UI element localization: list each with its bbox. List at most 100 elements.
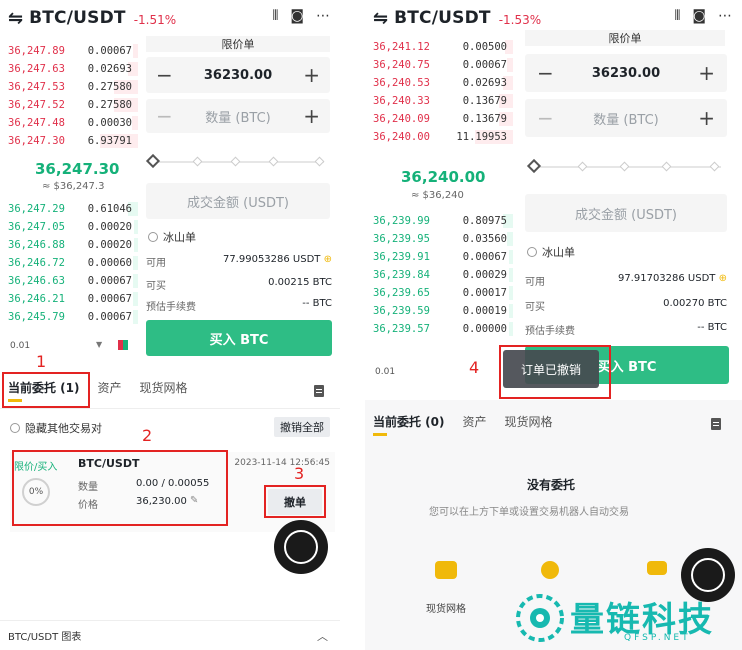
- add-funds-icon[interactable]: ⊕: [719, 273, 727, 284]
- book-price: 36,246.63: [8, 275, 65, 287]
- ask-row[interactable]: 36,247.53 0.27580: [0, 78, 138, 96]
- ask-row[interactable]: 36,240.33 0.13679: [365, 92, 513, 110]
- minus-icon[interactable]: −: [537, 63, 554, 83]
- swap-icon[interactable]: ⇋: [8, 8, 23, 29]
- slider-handle[interactable]: [526, 158, 542, 174]
- bid-row[interactable]: 36,239.95 0.03560: [365, 230, 513, 248]
- candlestick-icon[interactable]: ⫴: [273, 8, 279, 24]
- available-label: 可用: [525, 277, 545, 288]
- ask-row[interactable]: 36,247.52 0.27580: [0, 96, 138, 114]
- document-icon[interactable]: [711, 418, 721, 430]
- book-quantity: 0.00067: [462, 59, 507, 71]
- hide-other-pairs-checkbox[interactable]: 隐藏其他交易对: [10, 420, 102, 436]
- plus-icon[interactable]: +: [698, 108, 715, 128]
- quantity-field[interactable]: − 数量 (BTC) +: [146, 99, 330, 133]
- stack-icon[interactable]: [647, 561, 667, 575]
- pie-chart-icon[interactable]: [541, 561, 559, 579]
- plus-icon[interactable]: +: [303, 106, 320, 126]
- ask-row[interactable]: 36,240.53 0.02693: [365, 74, 513, 92]
- tab-assets[interactable]: 资产: [98, 379, 122, 402]
- depth-select[interactable]: 0.01: [10, 341, 30, 351]
- pair-title[interactable]: BTC/USDT: [29, 8, 126, 28]
- percent-slider[interactable]: [145, 153, 330, 169]
- tab-assets[interactable]: 资产: [463, 413, 487, 436]
- document-icon[interactable]: [314, 385, 324, 397]
- depth-select[interactable]: 0.01: [375, 367, 395, 377]
- ask-row[interactable]: 36,240.00 11.19953: [365, 128, 513, 146]
- bid-row[interactable]: 36,239.99 0.80975: [365, 212, 513, 230]
- tab-spot-grid[interactable]: 现货网格: [140, 379, 188, 402]
- quantity-field[interactable]: − 数量 (BTC) +: [525, 99, 727, 137]
- plus-icon[interactable]: +: [698, 63, 715, 83]
- amount-field[interactable]: 成交金额 (USDT): [525, 194, 727, 232]
- price-field[interactable]: − 36230.00 +: [525, 54, 727, 92]
- minus-icon[interactable]: −: [156, 106, 173, 126]
- bid-row[interactable]: 36,247.05 0.00020: [0, 218, 138, 236]
- spot-grid-shortcut-label[interactable]: 现货网格: [421, 600, 471, 615]
- price-field[interactable]: − 36230.00 +: [146, 57, 330, 93]
- watermark-logo-icon: [516, 594, 564, 642]
- annotation-box-4: [499, 345, 611, 399]
- chevron-down-icon[interactable]: ▼: [96, 340, 102, 349]
- robot-icon[interactable]: [435, 561, 457, 579]
- bid-row[interactable]: 36,245.79 0.00067: [0, 308, 138, 326]
- annotation-number-3: 3: [294, 464, 305, 483]
- book-layout-icon[interactable]: [118, 340, 128, 350]
- ask-row[interactable]: 36,247.89 0.00067: [0, 42, 138, 60]
- swap-icon[interactable]: ⇋: [373, 8, 388, 29]
- ask-row[interactable]: 36,241.12 0.00500: [365, 38, 513, 56]
- bid-row[interactable]: 36,239.59 0.00019: [365, 302, 513, 320]
- tab-open-orders[interactable]: 当前委托 (0): [373, 413, 445, 436]
- ask-row[interactable]: 36,247.48 0.00030: [0, 114, 138, 132]
- iceberg-checkbox[interactable]: 冰山单: [527, 244, 575, 260]
- iceberg-checkbox[interactable]: 冰山单: [148, 229, 196, 245]
- book-quantity: 0.00067: [87, 45, 132, 57]
- more-icon[interactable]: ⋯: [316, 8, 330, 24]
- bid-row[interactable]: 36,246.21 0.00067: [0, 290, 138, 308]
- chart-bar[interactable]: BTC/USDT 图表 ︿: [0, 620, 340, 650]
- order-type-select[interactable]: 限价单: [146, 36, 330, 52]
- price-change: -1.51%: [133, 12, 177, 27]
- bid-row[interactable]: 36,246.88 0.00020: [0, 236, 138, 254]
- hide-other-pairs-label: 隐藏其他交易对: [25, 422, 102, 435]
- slider-handle[interactable]: [145, 153, 161, 169]
- book-price: 36,247.05: [8, 221, 65, 233]
- amount-placeholder: 成交金额 (USDT): [187, 195, 289, 211]
- book-quantity: 0.00060: [87, 257, 132, 269]
- floating-assistant-button[interactable]: [274, 520, 328, 574]
- robot-icon[interactable]: ◙: [692, 8, 706, 24]
- book-quantity: 0.00000: [462, 323, 507, 335]
- bid-row[interactable]: 36,239.65 0.00017: [365, 284, 513, 302]
- percent-slider[interactable]: [526, 158, 727, 174]
- book-quantity: 0.02693: [462, 77, 507, 89]
- ask-row[interactable]: 36,247.63 0.02693: [0, 60, 138, 78]
- bid-row[interactable]: 36,246.63 0.00067: [0, 272, 138, 290]
- robot-icon[interactable]: ◙: [290, 8, 304, 24]
- buy-button[interactable]: 买入 BTC: [146, 320, 332, 356]
- bid-row[interactable]: 36,247.29 0.61046: [0, 200, 138, 218]
- plus-icon[interactable]: +: [303, 65, 320, 85]
- ask-row[interactable]: 36,247.30 6.93791: [0, 132, 138, 150]
- candlestick-icon[interactable]: ⫴: [675, 8, 681, 24]
- depth-bar: [133, 310, 138, 324]
- amount-field[interactable]: 成交金额 (USDT): [146, 183, 330, 219]
- bid-row[interactable]: 36,246.72 0.00060: [0, 254, 138, 272]
- more-icon[interactable]: ⋯: [718, 8, 732, 24]
- chevron-up-icon[interactable]: ︿: [317, 628, 328, 644]
- right-screenshot: ⇋ BTC/USDT -1.53% ⫴ ◙ ⋯ 36,241.12 0.00500…: [365, 0, 742, 650]
- minus-icon[interactable]: −: [156, 65, 173, 85]
- bid-row[interactable]: 36,239.84 0.00029: [365, 266, 513, 284]
- price-value: 36230.00: [203, 67, 273, 83]
- tab-spot-grid[interactable]: 现货网格: [505, 413, 553, 436]
- add-funds-icon[interactable]: ⊕: [324, 254, 332, 265]
- ask-row[interactable]: 36,240.75 0.00067: [365, 56, 513, 74]
- order-type-select[interactable]: 限价单: [525, 30, 725, 46]
- ask-row[interactable]: 36,240.09 0.13679: [365, 110, 513, 128]
- buyable-label: 可买: [525, 302, 545, 313]
- bid-row[interactable]: 36,239.91 0.00067: [365, 248, 513, 266]
- cancel-all-button[interactable]: 撤销全部: [274, 417, 330, 437]
- available-value: 97.91703286 USDT ⊕: [617, 273, 727, 284]
- pair-title[interactable]: BTC/USDT: [394, 8, 491, 28]
- bid-row[interactable]: 36,239.57 0.00000: [365, 320, 513, 338]
- minus-icon[interactable]: −: [537, 108, 554, 128]
